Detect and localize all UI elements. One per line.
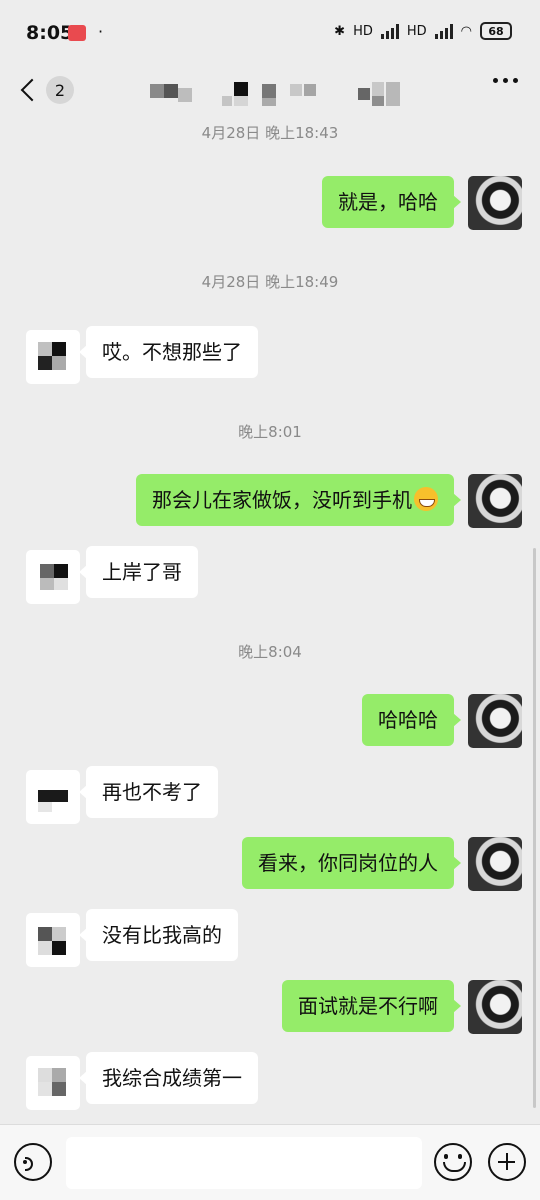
- my-avatar[interactable]: [468, 474, 522, 528]
- status-dot: ·: [98, 22, 104, 41]
- status-right: ✱ HD HD ◠ 68: [334, 22, 512, 40]
- voice-input-icon[interactable]: [14, 1143, 52, 1181]
- timestamp: 4月28日 晚上18:49: [201, 273, 339, 291]
- grinning-face-emoji-icon: [414, 487, 438, 511]
- chevron-left-icon: [20, 78, 44, 102]
- timestamp: 晚上8:01: [238, 423, 302, 441]
- scrollbar[interactable]: [533, 548, 536, 1108]
- more-options-button[interactable]: [493, 78, 518, 83]
- contact-avatar[interactable]: [26, 330, 80, 384]
- my-avatar[interactable]: [468, 694, 522, 748]
- received-message-bubble[interactable]: 我综合成绩第一: [79, 1052, 258, 1104]
- sent-message-bubble[interactable]: 哈哈哈: [362, 694, 461, 746]
- unread-badge: 2: [46, 76, 74, 104]
- status-time: 8:05: [26, 22, 74, 44]
- sent-message-text: 那会儿在家做饭，没听到手机: [152, 488, 412, 512]
- sent-message-bubble[interactable]: 那会儿在家做饭，没听到手机: [136, 474, 461, 526]
- contact-avatar[interactable]: [26, 550, 80, 604]
- my-avatar[interactable]: [468, 837, 522, 891]
- contact-avatar[interactable]: [26, 770, 80, 824]
- bluetooth-icon: ✱: [334, 23, 346, 39]
- input-bar: [0, 1124, 540, 1200]
- sent-message-bubble[interactable]: 面试就是不行啊: [282, 980, 461, 1032]
- received-message-bubble[interactable]: 上岸了哥: [79, 546, 198, 598]
- contact-name-pixelated: [150, 78, 410, 106]
- network-label-1: HD: [353, 23, 373, 39]
- sent-message-bubble[interactable]: 就是，哈哈: [322, 176, 461, 228]
- received-message-bubble[interactable]: 再也不考了: [79, 766, 218, 818]
- sent-message-bubble[interactable]: 看来，你同岗位的人: [242, 837, 461, 889]
- my-avatar[interactable]: [468, 176, 522, 230]
- plus-icon[interactable]: [488, 1143, 526, 1181]
- signal-icon: [380, 23, 399, 39]
- signal-icon-2: [434, 23, 453, 39]
- battery-icon: 68: [480, 22, 512, 40]
- contact-avatar[interactable]: [26, 913, 80, 967]
- network-label-2: HD: [406, 23, 427, 39]
- message-input[interactable]: [66, 1137, 422, 1189]
- timestamp: 晚上8:04: [238, 643, 302, 661]
- wifi-icon: ◠: [460, 23, 472, 39]
- timestamp: 4月28日 晚上18:43: [201, 124, 339, 142]
- my-avatar[interactable]: [468, 980, 522, 1034]
- chat-area: 4月28日 晚上18:43 就是，哈哈 4月28日 晚上18:49 哎。不想那些…: [0, 114, 540, 1124]
- emoji-picker-icon[interactable]: [434, 1143, 472, 1181]
- back-button[interactable]: 2: [18, 72, 78, 108]
- received-message-bubble[interactable]: 没有比我高的: [79, 909, 238, 961]
- received-message-bubble[interactable]: 哎。不想那些了: [79, 326, 258, 378]
- chat-header: 2: [0, 66, 540, 114]
- contact-avatar[interactable]: [26, 1056, 80, 1110]
- app-notification-icon: [68, 25, 86, 41]
- status-bar: 8:05 · ✱ HD HD ◠ 68: [0, 0, 540, 66]
